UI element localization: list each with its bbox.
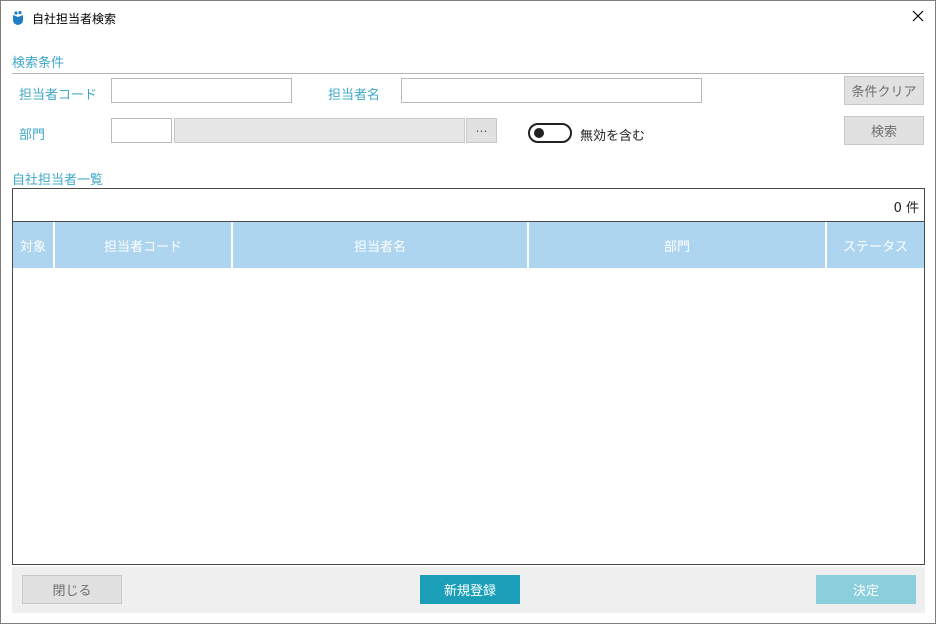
column-header-status[interactable]: ステータス [827, 222, 924, 268]
department-label: 部門 [19, 128, 46, 143]
search-conditions-title: 検索条件 [12, 56, 65, 71]
ellipsis-icon: ⋯ [475, 123, 488, 138]
staff-code-input[interactable] [111, 78, 292, 103]
title-bar: 自社担当者検索 [1, 1, 935, 35]
close-icon [912, 10, 924, 26]
section-divider [12, 73, 924, 74]
include-inactive-label: 無効を含む [580, 129, 646, 144]
decide-button[interactable]: 決定 [816, 575, 916, 604]
staff-list: 0 件 対象 担当者コード 担当者名 部門 ステータス [12, 188, 925, 565]
staff-name-label: 担当者名 [328, 88, 381, 103]
staff-code-label: 担当者コード [19, 88, 98, 103]
footer-bar: 閉じる 新規登録 決定 [12, 567, 925, 613]
staff-name-input[interactable] [401, 78, 702, 103]
window-title: 自社担当者検索 [32, 12, 117, 26]
column-header-staff-code[interactable]: 担当者コード [55, 222, 233, 268]
dialog-window: 自社担当者検索 検索条件 担当者コード 担当者名 条件クリア 部門 ⋯ 無効を含… [0, 0, 936, 624]
toggle-knob [534, 128, 544, 138]
include-inactive-toggle[interactable] [528, 123, 572, 143]
result-count: 0 件 [893, 201, 919, 216]
column-header-department[interactable]: 部門 [529, 222, 827, 268]
search-button[interactable]: 検索 [844, 116, 924, 145]
department-code-input[interactable] [111, 118, 172, 143]
app-logo-icon [10, 10, 26, 26]
grid-header: 対象 担当者コード 担当者名 部門 ステータス [13, 222, 924, 268]
close-window-button[interactable] [901, 1, 935, 35]
department-name-field [174, 118, 465, 143]
clear-conditions-button[interactable]: 条件クリア [844, 76, 924, 105]
column-header-staff-name[interactable]: 担当者名 [233, 222, 529, 268]
column-header-target[interactable]: 対象 [13, 222, 55, 268]
department-browse-button[interactable]: ⋯ [466, 118, 497, 143]
staff-list-title: 自社担当者一覧 [12, 173, 104, 188]
close-button[interactable]: 閉じる [22, 575, 122, 604]
new-register-button[interactable]: 新規登録 [420, 575, 520, 604]
